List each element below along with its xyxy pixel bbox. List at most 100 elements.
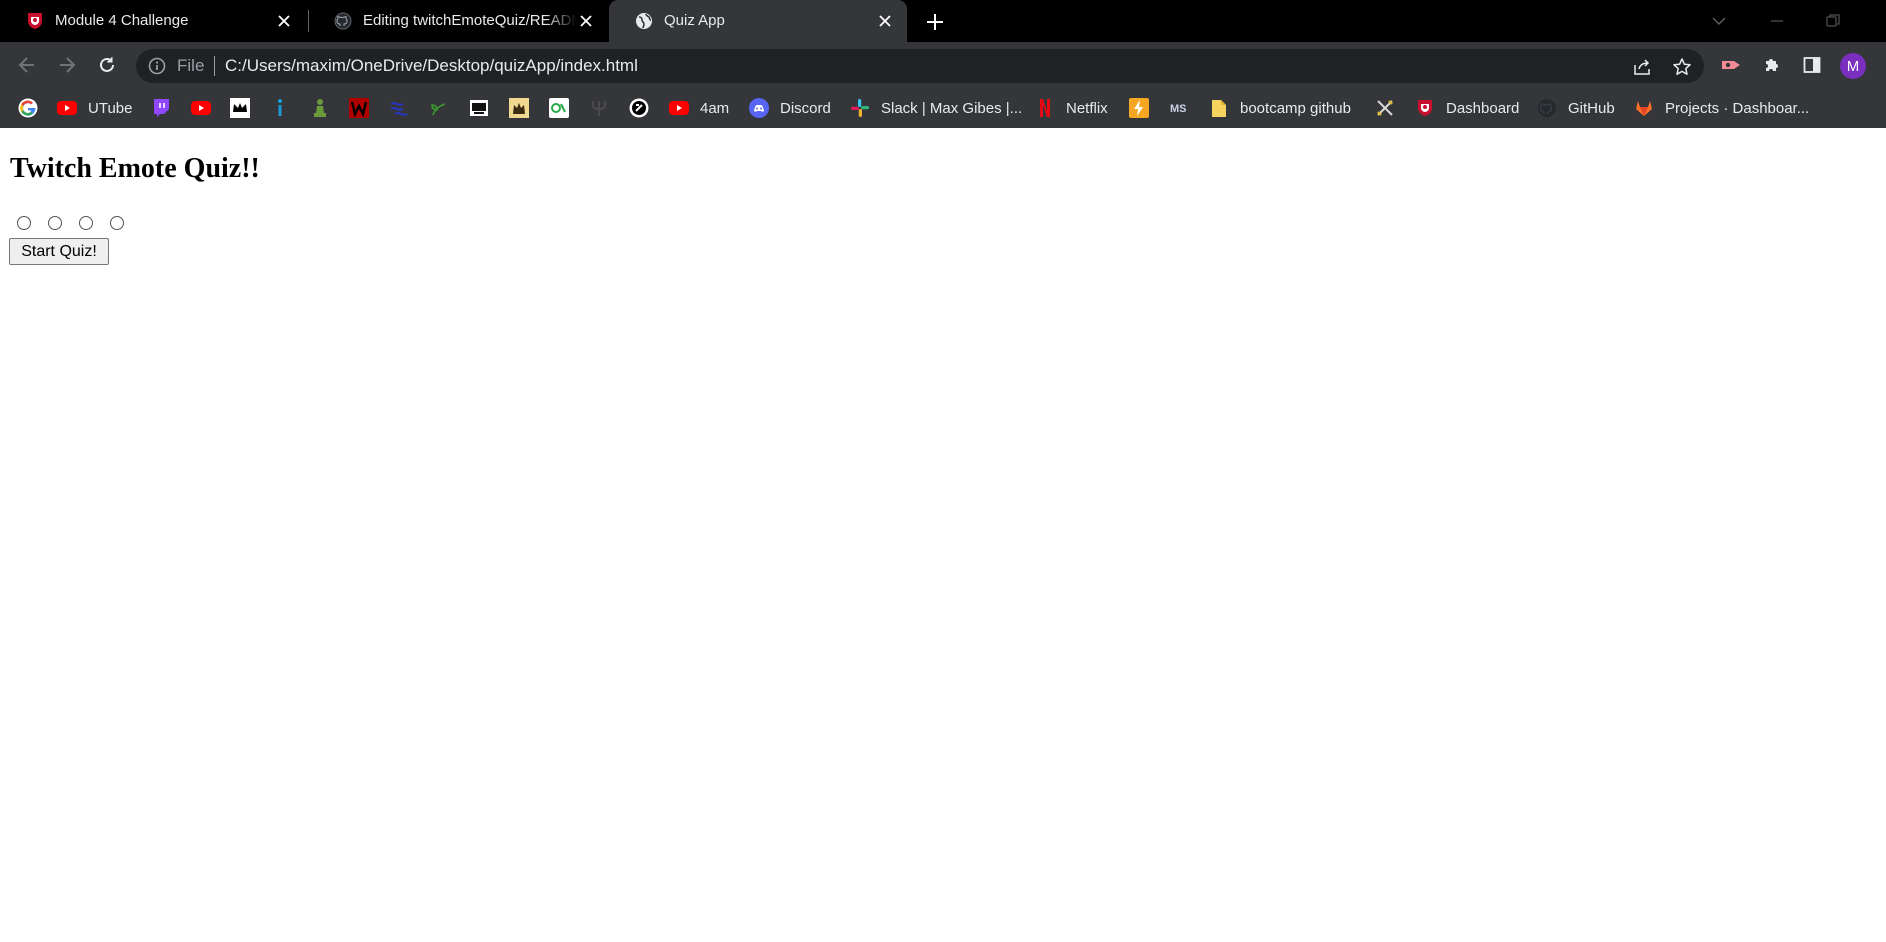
- reload-button[interactable]: [93, 51, 121, 79]
- discord-icon: [749, 98, 769, 118]
- bookmark-king[interactable]: [509, 96, 529, 120]
- restore-icon: [1826, 14, 1840, 27]
- shield-crest-icon: [1415, 98, 1435, 118]
- back-button[interactable]: [13, 51, 41, 79]
- bookmark-sprout[interactable]: [429, 96, 449, 120]
- bookmark-youtube[interactable]: [191, 96, 211, 120]
- marvel-icon: [349, 98, 369, 118]
- bookmark-green-badge[interactable]: [549, 96, 569, 120]
- github-icon: [334, 12, 352, 30]
- bookmark-google[interactable]: [18, 96, 38, 120]
- sprout-icon: [429, 98, 449, 118]
- twitch-icon: [151, 98, 171, 118]
- answer-radio-4[interactable]: [110, 216, 124, 230]
- close-icon[interactable]: [576, 11, 596, 31]
- chess-pawn-icon: [310, 98, 330, 118]
- youtube-icon: [669, 98, 689, 118]
- bookmark-label: UTube: [88, 99, 133, 117]
- bookmark-label: Netflix: [1066, 99, 1108, 117]
- plus-icon: [927, 14, 943, 30]
- bookmark-github[interactable]: GitHub: [1537, 96, 1615, 120]
- bookmark-circle-logo[interactable]: [629, 96, 649, 120]
- profile-avatar[interactable]: M: [1840, 53, 1866, 79]
- arrow-right-icon: [60, 57, 76, 73]
- bookmark-crown[interactable]: [230, 96, 250, 120]
- arrow-left-icon: [18, 57, 34, 73]
- tab-quiz-app[interactable]: Quiz App: [609, 0, 907, 42]
- tab-title: Editing twitchEmoteQuiz/README.md: [363, 12, 577, 29]
- bookmark-info[interactable]: [270, 96, 290, 120]
- ms-icon: MS: [1169, 98, 1189, 118]
- tab-editing-readme[interactable]: Editing twitchEmoteQuiz/README.md: [308, 0, 608, 42]
- bookmark-label: Projects · Dashboar...: [1665, 99, 1810, 117]
- bookmark-utube[interactable]: UTube: [57, 96, 132, 120]
- extensions-puzzle-icon[interactable]: [1758, 51, 1786, 79]
- svg-text:MS: MS: [1170, 103, 1187, 115]
- info-icon[interactable]: [148, 57, 166, 75]
- minimize-icon: [1771, 20, 1783, 22]
- forward-button[interactable]: [53, 51, 81, 79]
- minimize-button[interactable]: [1764, 8, 1790, 34]
- bookmark-twitch[interactable]: [151, 96, 171, 120]
- bookmark-gitlab-projects[interactable]: Projects · Dashboar...: [1634, 96, 1809, 120]
- bookmark-trident[interactable]: [589, 96, 609, 120]
- side-panel-icon[interactable]: [1798, 51, 1826, 79]
- bookmark-label: 4am: [700, 99, 730, 117]
- bookmark-slack[interactable]: Slack | Max Gibes |...: [850, 96, 1022, 120]
- bookmark-wave[interactable]: [389, 96, 409, 120]
- close-icon[interactable]: [274, 11, 294, 31]
- folder-icon: [1209, 98, 1229, 118]
- bookmark-discord[interactable]: Discord: [749, 96, 831, 120]
- bookmark-swords[interactable]: [1375, 96, 1395, 120]
- address-bar[interactable]: File C:/Users/maxim/OneDrive/Desktop/qui…: [136, 49, 1704, 83]
- circle-logo-icon: [629, 98, 649, 118]
- bookmark-terminal[interactable]: [469, 96, 489, 120]
- restore-button[interactable]: [1820, 8, 1846, 34]
- extension-record-icon[interactable]: [1717, 51, 1745, 79]
- netflix-icon: [1035, 98, 1055, 118]
- bookmark-dashboard[interactable]: Dashboard: [1415, 96, 1519, 120]
- answer-radio-3[interactable]: [79, 216, 93, 230]
- bookmark-label: GitHub: [1568, 99, 1615, 117]
- bookmark-marvel[interactable]: [349, 96, 369, 120]
- gitlab-icon: [1634, 98, 1654, 118]
- bookmark-lightning[interactable]: [1129, 96, 1149, 120]
- share-icon[interactable]: [1630, 55, 1654, 79]
- scheme-label: File: [177, 56, 205, 75]
- start-quiz-button[interactable]: Start Quiz!: [9, 238, 109, 265]
- crown-icon: [230, 98, 250, 118]
- new-tab-button[interactable]: [922, 9, 948, 35]
- globe-icon: [635, 12, 653, 30]
- page-content: Twitch Emote Quiz!! Start Quiz!: [0, 128, 1886, 942]
- answer-radio-1[interactable]: [17, 216, 31, 230]
- bookmark-bootcamp-github[interactable]: bootcamp github: [1209, 96, 1351, 120]
- trident-icon: [589, 98, 609, 118]
- bookmark-label: Slack | Max Gibes |...: [881, 99, 1023, 117]
- answer-radio-2[interactable]: [48, 216, 62, 230]
- blue-wave-icon: [389, 98, 409, 118]
- bookmark-label: Dashboard: [1446, 99, 1520, 117]
- browser-toolbar: File C:/Users/maxim/OneDrive/Desktop/qui…: [0, 42, 1886, 88]
- green-badge-icon: [549, 98, 569, 118]
- google-icon: [18, 98, 38, 118]
- reload-icon: [100, 57, 114, 72]
- info-icon: [270, 98, 290, 118]
- bookmark-4am[interactable]: 4am: [669, 96, 729, 120]
- omnibox-divider: [214, 56, 215, 76]
- github-icon: [1537, 98, 1557, 118]
- close-icon[interactable]: [875, 11, 895, 31]
- tab-search-button[interactable]: [1706, 8, 1732, 34]
- tab-title: Module 4 Challenge: [55, 12, 189, 29]
- king-icon: [509, 98, 529, 118]
- youtube-icon: [191, 98, 211, 118]
- page-title: Twitch Emote Quiz!!: [10, 153, 260, 184]
- lightning-icon: [1129, 98, 1149, 118]
- bookmark-label: Discord: [780, 99, 831, 117]
- bookmark-chess[interactable]: [310, 96, 330, 120]
- url-text[interactable]: C:/Users/maxim/OneDrive/Desktop/quizApp/…: [225, 56, 638, 76]
- tab-module-4-challenge[interactable]: Module 4 Challenge: [0, 0, 306, 42]
- youtube-icon: [57, 98, 77, 118]
- star-icon[interactable]: [1670, 55, 1694, 79]
- bookmark-ms[interactable]: MS: [1169, 96, 1189, 120]
- bookmark-netflix[interactable]: Netflix: [1035, 96, 1108, 120]
